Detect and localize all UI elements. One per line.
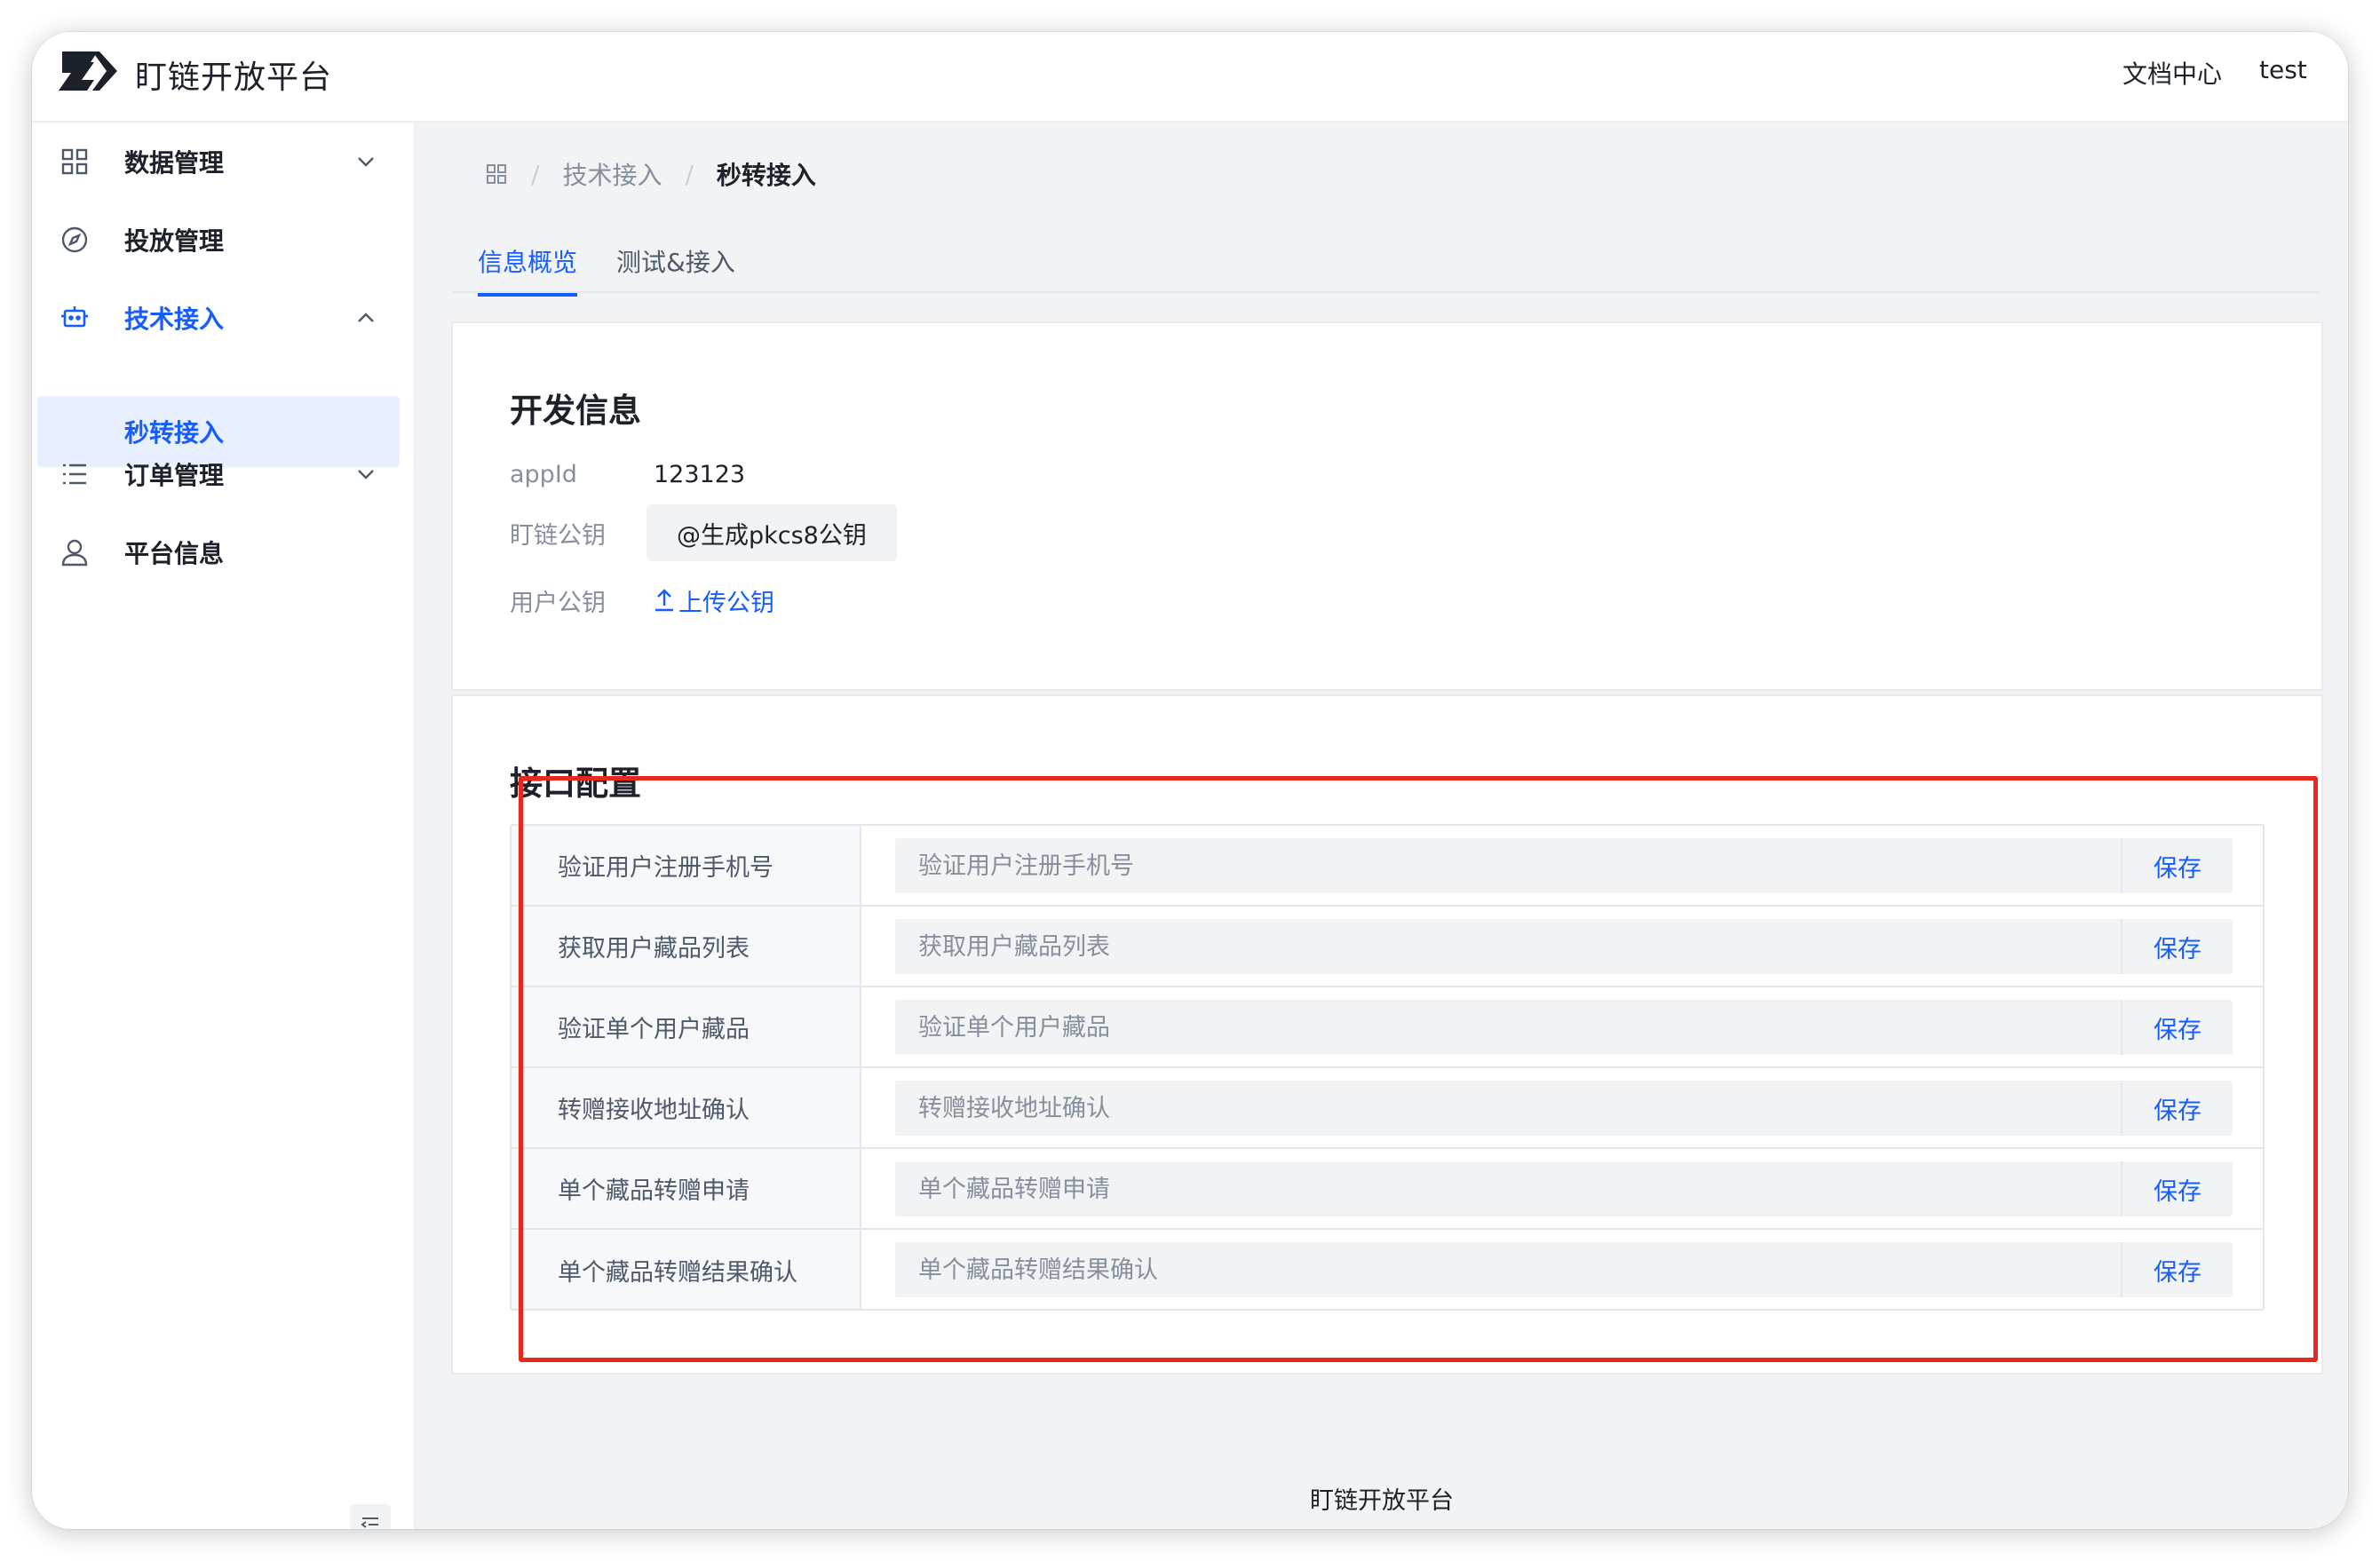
user-key-row: 用户公钥 上传公钥: [510, 581, 774, 620]
breadcrumb-parent[interactable]: 技术接入: [562, 156, 662, 192]
platform-key-row: 盯链公钥 @生成pkcs8公钥: [510, 504, 897, 561]
grid-icon: [61, 148, 88, 175]
top-bar: 盯链开放平台 文档中心 test: [32, 32, 2348, 123]
breadcrumb-current: 秒转接入: [716, 161, 816, 190]
save-button[interactable]: 保存: [2121, 838, 2233, 893]
api-config-row-label: 验证单个用户藏品: [512, 987, 861, 1066]
collapse-sidebar-button[interactable]: [350, 1504, 391, 1529]
api-config-title: 接口配置: [510, 765, 641, 803]
sidebar-item-label: 数据管理: [124, 148, 225, 178]
sidebar-item-label: 订单管理: [124, 461, 225, 490]
save-button[interactable]: 保存: [2121, 1242, 2233, 1297]
api-url-input-group: 保存: [895, 919, 2233, 974]
breadcrumb-separator: /: [531, 159, 540, 189]
api-config-row: 单个藏品转赠申请 保存: [512, 1149, 2263, 1230]
sidebar-item-label: 平台信息: [124, 539, 225, 568]
appid-value: 123123: [654, 460, 746, 488]
robot-icon: [61, 306, 88, 328]
api-config-row: 验证单个用户藏品 保存: [512, 987, 2263, 1068]
user-menu[interactable]: test: [2259, 55, 2307, 84]
save-button[interactable]: 保存: [2121, 1081, 2233, 1136]
save-button[interactable]: 保存: [2121, 919, 2233, 974]
api-url-input-group: 保存: [895, 838, 2233, 893]
brand-name: 盯链开放平台: [135, 59, 333, 96]
collapse-menu-icon: [361, 1517, 378, 1528]
chevron-down-icon: [358, 157, 374, 167]
api-config-row-label: 验证用户注册手机号: [512, 826, 861, 905]
app-window: 盯链开放平台 文档中心 test 数据管理 投放管理 技术接入 秒转接入 订单管…: [32, 32, 2348, 1529]
api-url-input[interactable]: [895, 1242, 2119, 1297]
dev-info-title: 开发信息: [510, 392, 641, 430]
api-config-row-label: 获取用户藏品列表: [512, 907, 861, 986]
api-url-input-group: 保存: [895, 1161, 2233, 1216]
api-config-row: 获取用户藏品列表 保存: [512, 907, 2263, 987]
list-icon: [63, 464, 86, 485]
api-config-row: 验证用户注册手机号 保存: [512, 826, 2263, 907]
api-url-input-group: 保存: [895, 1081, 2233, 1136]
user-key-label: 用户公钥: [510, 589, 606, 617]
api-url-input[interactable]: [895, 1000, 2119, 1055]
sidebar: 数据管理 投放管理 技术接入 秒转接入 订单管理 平台信息: [32, 123, 416, 1529]
save-button[interactable]: 保存: [2121, 1000, 2233, 1055]
sidebar-item-data-management[interactable]: 数据管理: [37, 126, 400, 197]
sidebar-item-label: 技术接入: [124, 305, 225, 334]
api-config-row-label: 转赠接收地址确认: [512, 1068, 861, 1147]
breadcrumb: / 技术接入 / 秒转接入: [485, 156, 816, 192]
user-icon: [61, 539, 88, 567]
brand-logo-icon: [59, 52, 117, 91]
api-config-card: 接口配置 验证用户注册手机号 保存 获取用户藏品列表 保存: [451, 694, 2323, 1375]
tab-bar: 信息概览 测试&接入: [453, 233, 2320, 297]
api-config-row: 转赠接收地址确认 保存: [512, 1068, 2263, 1149]
upload-key-label: 上传公钥: [678, 589, 774, 617]
sidebar-item-label: 投放管理: [124, 226, 225, 256]
api-url-input[interactable]: [895, 1081, 2119, 1136]
api-config-row-label: 单个藏品转赠申请: [512, 1149, 861, 1228]
apps-icon[interactable]: [485, 162, 508, 186]
appid-row: appId 123123: [510, 455, 745, 494]
sidebar-item-tech-integration[interactable]: 技术接入: [37, 282, 400, 353]
upload-key-link[interactable]: 上传公钥: [654, 583, 774, 618]
compass-icon: [61, 226, 88, 253]
api-url-input[interactable]: [895, 838, 2119, 893]
platform-key-label: 盯链公钥: [510, 521, 606, 550]
docs-center-link[interactable]: 文档中心: [2122, 55, 2222, 91]
api-url-input[interactable]: [895, 919, 2119, 974]
chevron-down-icon: [358, 470, 374, 479]
api-url-input[interactable]: [895, 1161, 2119, 1216]
tab-info-overview[interactable]: 信息概览: [478, 243, 578, 297]
breadcrumb-separator: /: [685, 159, 694, 189]
api-config-row-label: 单个藏品转赠结果确认: [512, 1230, 861, 1309]
dev-info-card: 开发信息 appId 123123 盯链公钥 @生成pkcs8公钥 用户公钥 上…: [451, 321, 2323, 691]
main-content: / 技术接入 / 秒转接入 信息概览 测试&接入 开发信息 appId 1231…: [416, 123, 2348, 1529]
appid-label: appId: [510, 460, 577, 488]
api-config-row: 单个藏品转赠结果确认 保存: [512, 1230, 2263, 1309]
sidebar-item-delivery-management[interactable]: 投放管理: [37, 204, 400, 275]
save-button[interactable]: 保存: [2121, 1161, 2233, 1216]
api-url-input-group: 保存: [895, 1242, 2233, 1297]
footer-text: 盯链开放平台: [1310, 1487, 1454, 1515]
chevron-up-icon: [358, 313, 374, 322]
sidebar-item-order-management[interactable]: 订单管理: [37, 439, 400, 510]
api-url-input-group: 保存: [895, 1000, 2233, 1055]
sidebar-item-platform-info[interactable]: 平台信息: [37, 517, 400, 588]
upload-icon: [655, 589, 673, 612]
api-config-table: 验证用户注册手机号 保存 获取用户藏品列表 保存 验证单个用户藏品: [510, 824, 2265, 1311]
generate-pkcs8-key-button[interactable]: @生成pkcs8公钥: [647, 504, 897, 561]
tab-test-integration[interactable]: 测试&接入: [616, 243, 735, 293]
